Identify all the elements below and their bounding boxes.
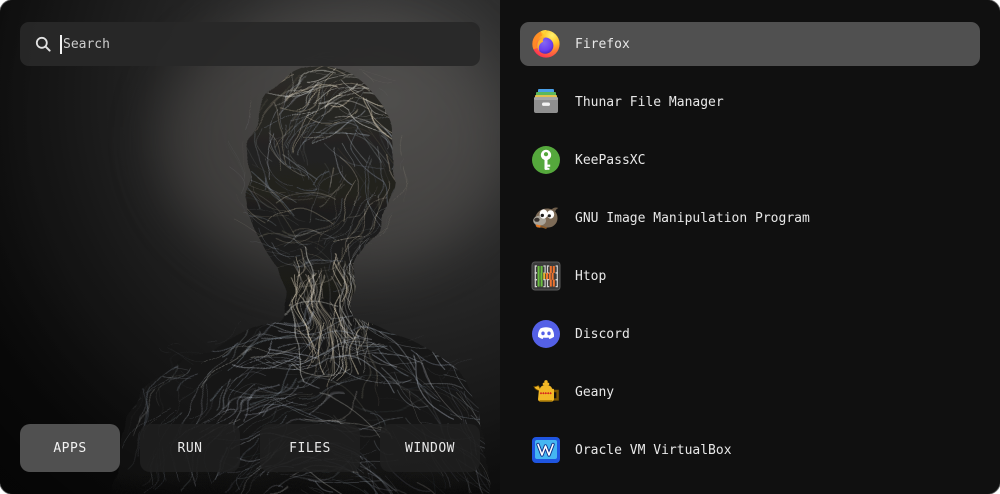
app-label: Thunar File Manager <box>575 95 724 110</box>
search-input[interactable] <box>62 37 465 52</box>
keepassxc-icon <box>530 144 562 176</box>
htop-icon <box>530 260 562 292</box>
discord-icon <box>530 318 562 350</box>
list-item-gimp[interactable]: GNU Image Manipulation Program <box>520 196 980 240</box>
gimp-icon <box>530 202 562 234</box>
app-label: Firefox <box>575 37 630 52</box>
list-item-htop[interactable]: Htop <box>520 254 980 298</box>
app-label: GNU Image Manipulation Program <box>575 211 810 226</box>
mode-tabs: APPS RUN FILES WINDOW <box>20 424 480 472</box>
list-item-firefox[interactable]: Firefox <box>520 22 980 66</box>
tab-run[interactable]: RUN <box>140 424 240 472</box>
firefox-icon <box>530 28 562 60</box>
app-label: Oracle VM VirtualBox <box>575 443 732 458</box>
tab-window[interactable]: WINDOW <box>380 424 480 472</box>
list-item-discord[interactable]: Discord <box>520 312 980 356</box>
app-launcher-window: APPS RUN FILES WINDOW Firefox Thunar Fil… <box>0 0 1000 494</box>
app-label: Geany <box>575 385 614 400</box>
virtualbox-icon <box>530 434 562 466</box>
app-label: KeePassXC <box>575 153 645 168</box>
fiber-bust-artwork <box>0 0 500 494</box>
app-list: Firefox Thunar File Manager KeePassXC GN… <box>520 22 980 472</box>
app-label: Htop <box>575 269 606 284</box>
geany-icon <box>530 376 562 408</box>
left-pane: APPS RUN FILES WINDOW <box>0 0 500 494</box>
list-item-virtualbox[interactable]: Oracle VM VirtualBox <box>520 428 980 472</box>
list-item-keepassxc[interactable]: KeePassXC <box>520 138 980 182</box>
thunar-icon <box>530 86 562 118</box>
tab-files[interactable]: FILES <box>260 424 360 472</box>
list-item-geany[interactable]: Geany <box>520 370 980 414</box>
app-list-pane: Firefox Thunar File Manager KeePassXC GN… <box>500 0 1000 494</box>
tab-apps[interactable]: APPS <box>20 424 120 472</box>
search-icon <box>35 36 51 52</box>
app-label: Discord <box>575 327 630 342</box>
search-bar[interactable] <box>20 22 480 66</box>
list-item-thunar[interactable]: Thunar File Manager <box>520 80 980 124</box>
